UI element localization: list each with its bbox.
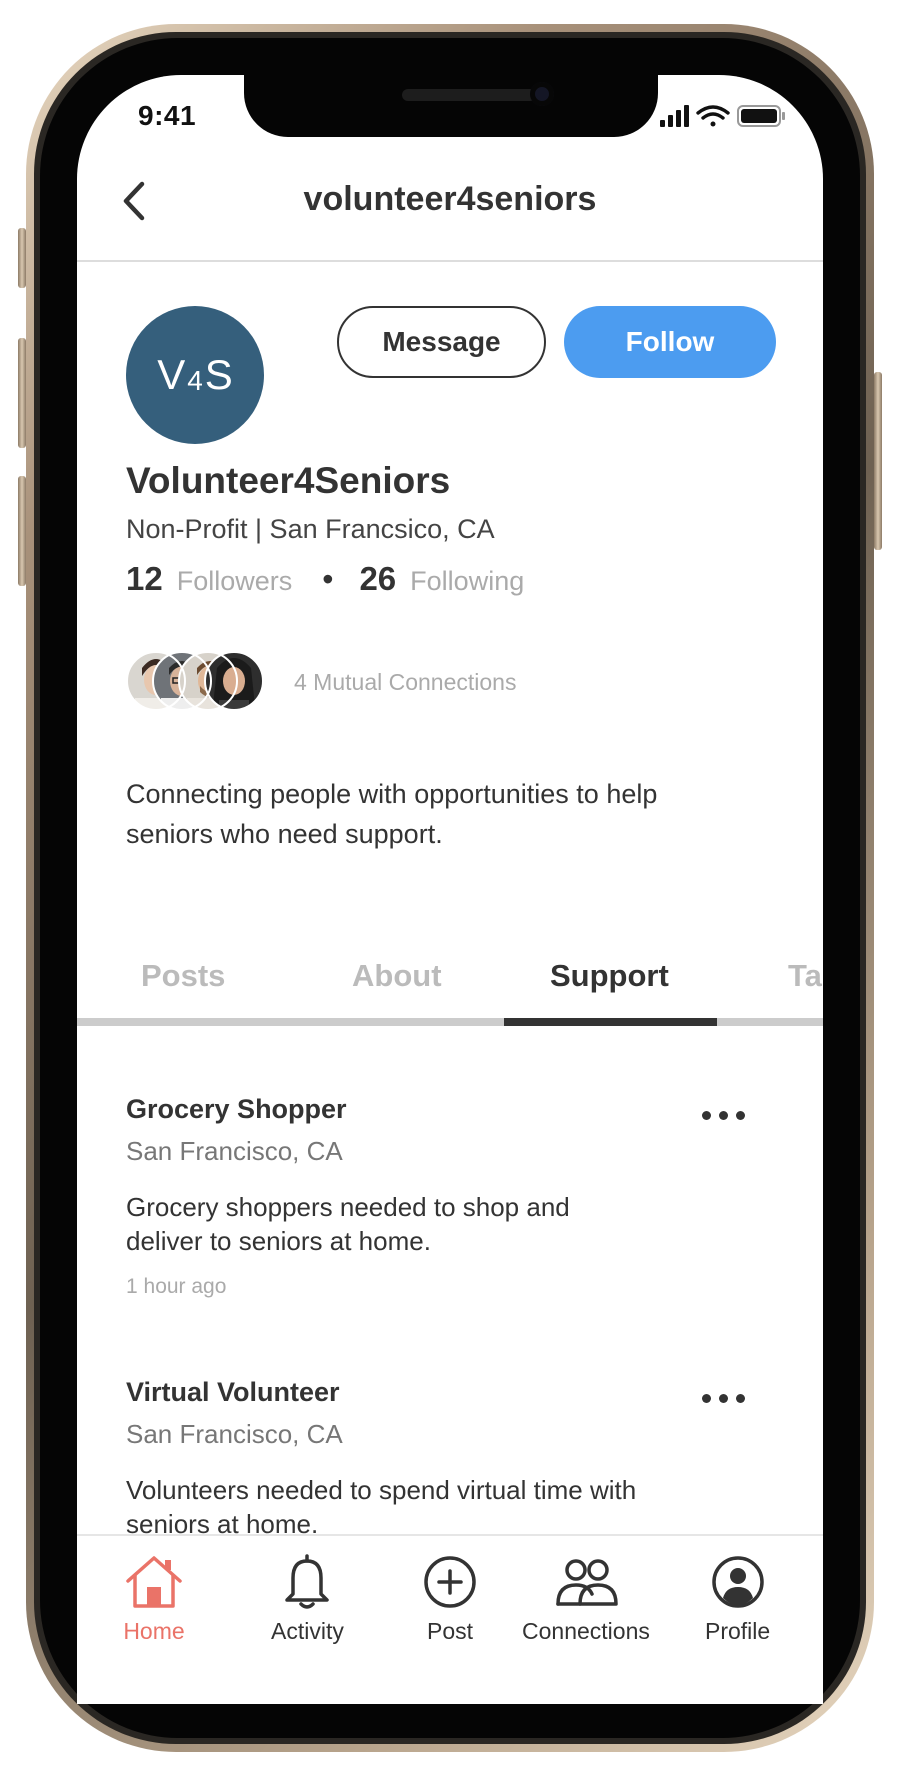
mutual-connections-label[interactable]: 4 Mutual Connections [294,669,516,696]
back-button[interactable] [116,178,156,224]
follow-button[interactable]: Follow [564,306,776,378]
nav-home[interactable]: Home [122,1552,186,1645]
speaker [402,89,536,101]
nav-connections[interactable]: Connections [522,1552,650,1645]
nav-label: Home [123,1618,185,1644]
nav-post[interactable]: Post [418,1552,482,1645]
stats-separator: • [322,561,334,597]
tab-active-indicator [504,1018,717,1026]
cellular-signal-icon [660,105,689,127]
notch [244,75,658,137]
home-icon [126,1556,182,1608]
post-location: San Francisco, CA [126,1136,343,1166]
plus-circle-icon [424,1556,476,1608]
followers-label[interactable]: Followers [177,566,293,597]
volume-down-button [18,476,26,586]
post-time: 1 hour ago [126,1275,227,1298]
tab-support[interactable]: Support [550,958,669,994]
camera [530,82,554,106]
nav-label: Post [426,1618,474,1644]
avatar-letter-v: V [157,351,186,398]
user-circle-icon [711,1556,764,1608]
volume-up-button [18,338,26,448]
tab-posts[interactable]: Posts [141,958,225,994]
nav-label: Profile [705,1618,771,1644]
follow-stats: 12 Followers • 26 Following [126,560,524,598]
header-divider [77,260,823,262]
org-bio: Connecting people with opportunities to … [126,779,658,849]
post-title[interactable]: Virtual Volunteer [126,1377,340,1408]
post-description: Volunteers needed to spend virtual time … [126,1475,637,1539]
bell-icon [285,1554,330,1609]
status-time: 9:41 [138,100,197,131]
avatar-letter-s: S [204,351,233,398]
power-button [874,372,882,550]
nav-profile[interactable]: Profile [705,1552,770,1645]
wifi-icon [696,105,730,127]
tab-partial[interactable]: Ta [788,958,822,994]
org-avatar: V4S [126,306,264,444]
following-label[interactable]: Following [410,566,524,597]
org-name: Volunteer4Seniors [126,460,451,501]
nav-label: Connections [522,1618,650,1644]
following-count[interactable]: 26 [359,560,396,598]
message-button[interactable]: Message [337,306,546,378]
mutual-connection-avatars[interactable] [125,650,285,712]
avatar-digit-4: 4 [187,365,203,396]
battery-icon [737,105,785,127]
more-options-icon[interactable] [700,1104,748,1128]
status-icons [660,105,785,127]
mute-switch [18,228,26,288]
tab-about[interactable]: About [352,958,442,994]
post-title[interactable]: Grocery Shopper [126,1094,347,1125]
org-subtitle: Non-Profit | San Francsico, CA [126,514,495,544]
post-location: San Francisco, CA [126,1419,343,1449]
post-description: Grocery shoppers needed to shop and deli… [126,1192,570,1256]
nav-activity[interactable]: Activity [271,1552,344,1645]
followers-count[interactable]: 12 [126,560,163,598]
tab-overflow-clip: Ta [788,950,823,1010]
nav-label: Activity [271,1618,344,1644]
people-icon [556,1559,618,1606]
more-options-icon[interactable] [700,1387,748,1411]
page-title: volunteer4seniors [303,180,597,218]
